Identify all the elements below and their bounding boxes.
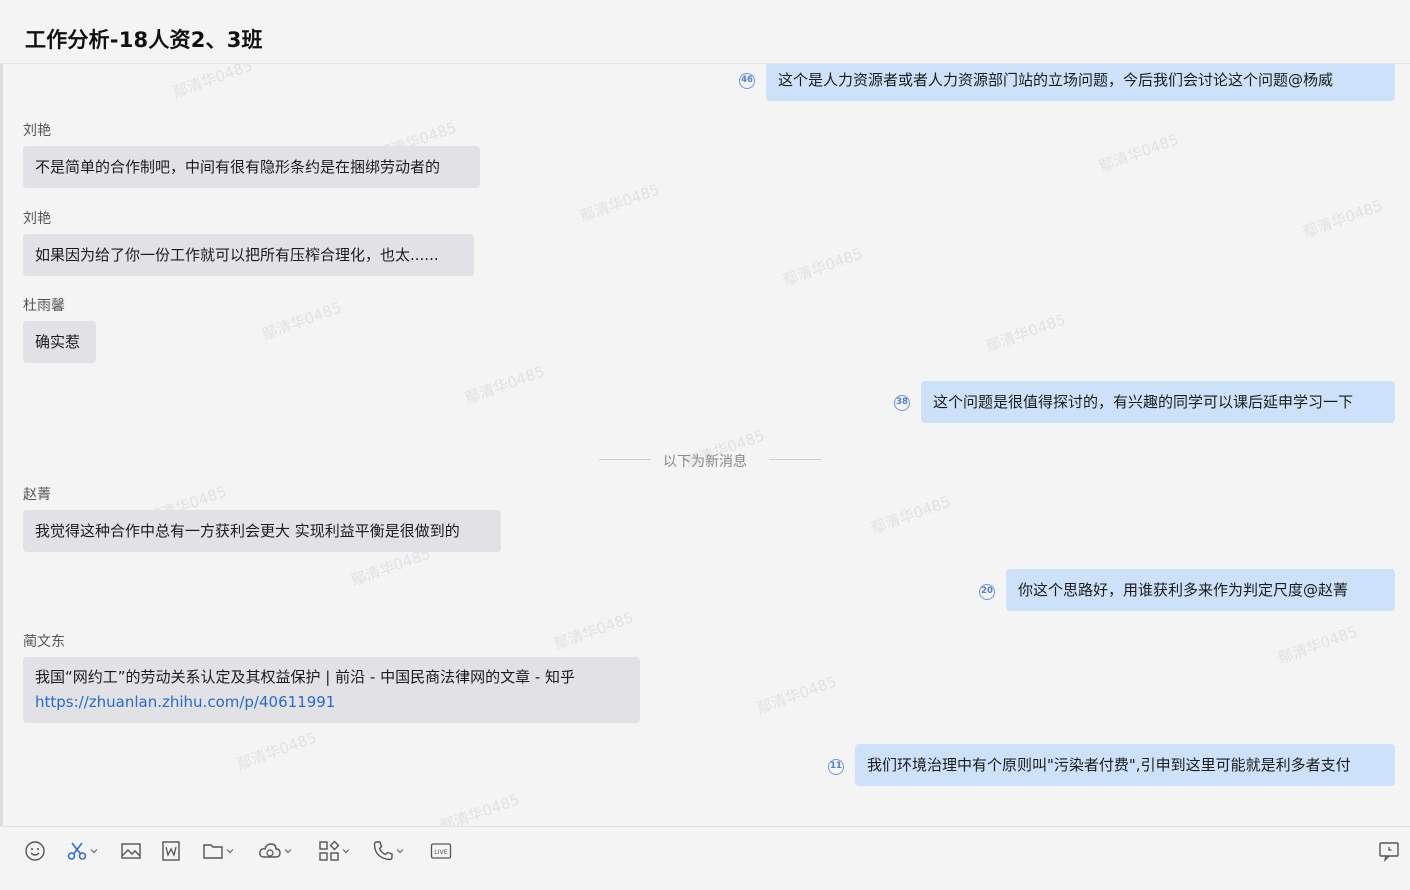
screen-share-icon <box>1379 842 1399 862</box>
watermark: 鄢清华0485 <box>259 298 344 344</box>
read-count-badge[interactable]: 11 <box>828 759 844 775</box>
sender-name[interactable]: 刘艳 <box>23 120 51 140</box>
read-count-badge[interactable]: 20 <box>979 584 995 600</box>
folder-icon <box>203 844 223 859</box>
chevron-down-icon <box>90 849 98 854</box>
watermark: 鄢清华0485 <box>234 728 319 774</box>
live-button[interactable]: LIVE <box>430 839 452 863</box>
image-button[interactable] <box>120 839 142 863</box>
watermark: 鄢清华0485 <box>780 244 865 290</box>
watermark: 鄢清华0485 <box>1275 622 1360 668</box>
sender-name[interactable]: 杜雨馨 <box>23 295 65 315</box>
emoji-icon <box>25 841 45 861</box>
screen-share-button[interactable] <box>1378 839 1400 863</box>
message-bubble-outgoing[interactable]: 你这个思路好，用谁获利多来作为判定尺度@赵菁 <box>1006 569 1395 611</box>
folder-button[interactable] <box>202 839 234 863</box>
cloud-icon <box>259 843 281 858</box>
watermark: 鄢清华0485 <box>462 362 547 408</box>
chat-window: 工作分析-18人资2、3班 鄢清华0485 鄢清华0485 鄢清华0485 鄢清… <box>0 0 1410 890</box>
chevron-down-icon <box>226 849 234 854</box>
watermark: 鄢清华0485 <box>868 492 953 538</box>
word-doc-icon <box>162 841 180 861</box>
message-bubble-outgoing[interactable]: 这个是人力资源者或者人力资源部门站的立场问题，今后我们会讨论这个问题@杨威 <box>766 64 1395 101</box>
message-bubble-outgoing[interactable]: 这个问题是很值得探讨的，有兴趣的同学可以课后延申学习一下 <box>921 381 1395 423</box>
watermark: 鄢清华0485 <box>754 672 839 718</box>
message-bubble-incoming[interactable]: 我国“网约工”的劳动关系认定及其权益保护 | 前沿 - 中国民商法律网的文章 -… <box>23 657 640 723</box>
chat-title: 工作分析-18人资2、3班 <box>25 28 263 52</box>
input-toolbar: LIVE <box>0 826 1410 890</box>
live-icon: LIVE <box>430 843 452 859</box>
sender-name[interactable]: 赵菁 <box>23 484 51 504</box>
message-bubble-incoming[interactable]: 确实惹 <box>23 321 96 363</box>
phone-icon <box>373 841 393 861</box>
chevron-down-icon <box>284 849 292 854</box>
image-icon <box>121 843 141 859</box>
sender-name[interactable]: 刘艳 <box>23 208 51 228</box>
emoji-button[interactable] <box>24 839 46 863</box>
call-button[interactable] <box>372 839 404 863</box>
message-list[interactable]: 鄢清华0485 鄢清华0485 鄢清华0485 鄢清华0485 鄢清华0485 … <box>3 64 1410 826</box>
watermark: 鄢清华0485 <box>577 180 662 226</box>
live-label: LIVE <box>434 849 448 856</box>
message-bubble-incoming[interactable]: 不是简单的合作制吧，中间有很有隐形条约是在捆绑劳动者的 <box>23 146 480 188</box>
screenshot-button[interactable] <box>66 839 98 863</box>
watermark: 鄢清华0485 <box>170 64 255 102</box>
chat-header: 工作分析-18人资2、3班 <box>0 0 1410 64</box>
chevron-down-icon <box>396 849 404 854</box>
apps-button[interactable] <box>318 839 350 863</box>
message-text: 我国“网约工”的劳动关系认定及其权益保护 | 前沿 - 中国民商法律网的文章 -… <box>35 668 576 686</box>
scissors-icon <box>67 842 87 860</box>
read-count-badge[interactable]: 38 <box>894 395 910 411</box>
apps-icon <box>319 840 340 861</box>
divider-label: 以下为新消息 <box>663 454 747 470</box>
message-link[interactable]: https://zhuanlan.zhihu.com/p/40611991 <box>35 690 628 715</box>
chevron-down-icon <box>342 849 350 854</box>
watermark: 鄢清华0485 <box>1096 130 1181 176</box>
read-count-badge[interactable]: 46 <box>739 73 755 89</box>
message-bubble-incoming[interactable]: 我觉得这种合作中总有一方获利会更大 实现利益平衡是很做到的 <box>23 510 501 552</box>
message-bubble-outgoing[interactable]: 我们环境治理中有个原则叫"污染者付费",引申到这里可能就是利多者支付 <box>855 744 1395 786</box>
watermark: 鄢清华0485 <box>437 790 522 826</box>
cloud-button[interactable] <box>258 839 292 863</box>
new-messages-divider: 以下为新消息 <box>599 451 821 470</box>
watermark: 鄢清华0485 <box>551 608 636 654</box>
message-bubble-incoming[interactable]: 如果因为给了你一份工作就可以把所有压榨合理化，也太...... <box>23 234 474 276</box>
word-doc-button[interactable] <box>160 839 182 863</box>
sender-name[interactable]: 蔺文东 <box>23 631 65 651</box>
watermark: 鄢清华0485 <box>983 310 1068 356</box>
watermark: 鄢清华0485 <box>1300 196 1385 242</box>
